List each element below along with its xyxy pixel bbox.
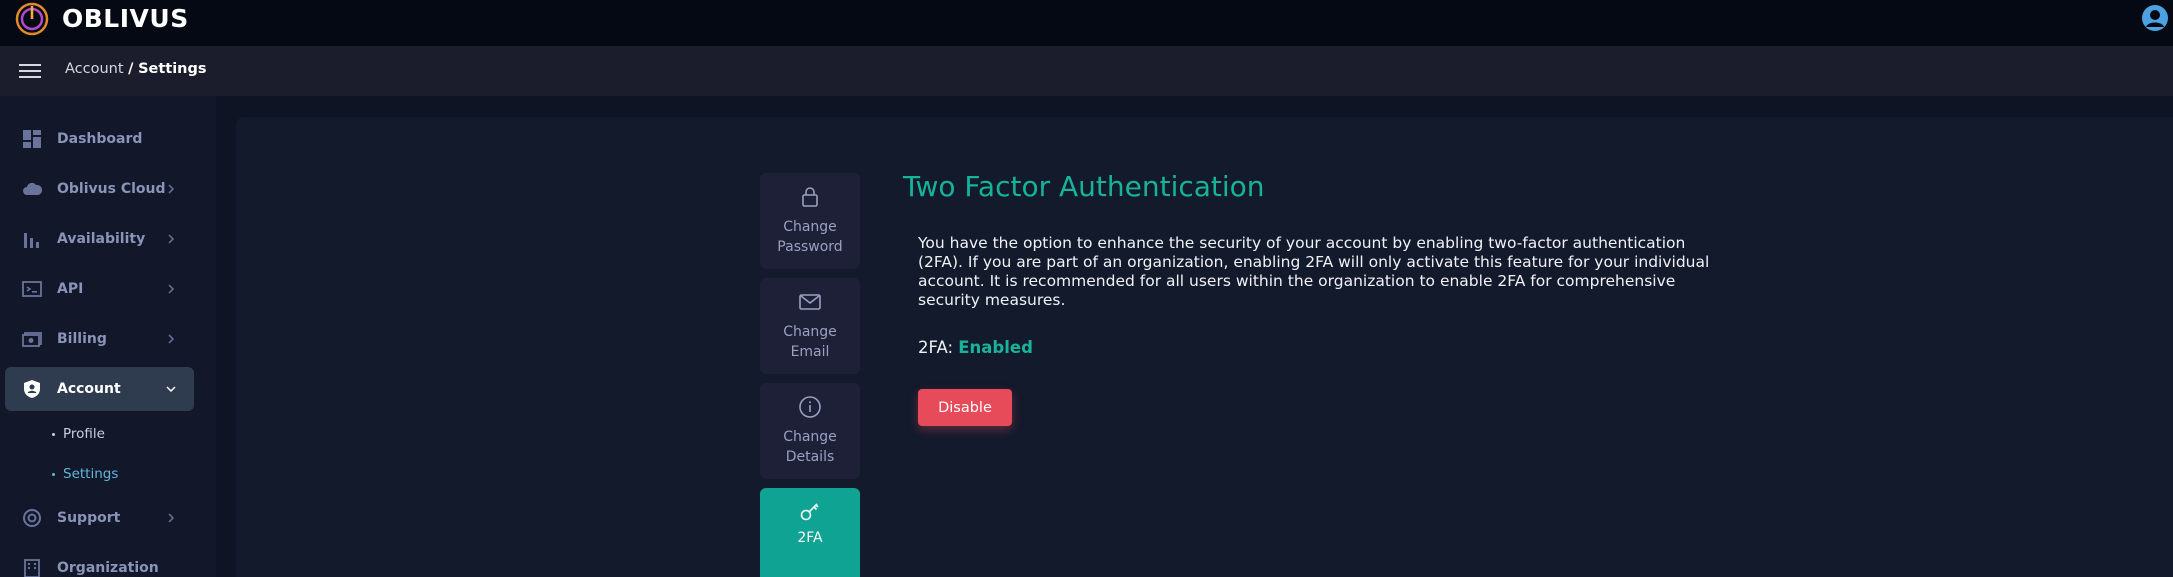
- brand-name[interactable]: OBLIVUS: [62, 4, 189, 33]
- breadcrumb-separator: /: [128, 61, 134, 77]
- sidebar-item-support[interactable]: Support: [0, 498, 216, 538]
- sidebar-item-account[interactable]: Account: [5, 367, 194, 411]
- billing-icon: [22, 332, 42, 347]
- bullet-dot: [52, 472, 55, 476]
- sidebar-item-label: Oblivus Cloud: [57, 181, 166, 197]
- sidebar-item-availability[interactable]: Availability: [0, 219, 216, 259]
- tab-label: Change Password: [777, 219, 843, 255]
- tab-2fa[interactable]: 2FA: [760, 488, 860, 577]
- info-icon: [799, 396, 821, 418]
- two-factor-description: You have the option to enhance the secur…: [918, 234, 1710, 309]
- lock-icon: [802, 187, 818, 207]
- cloud-icon: [23, 182, 42, 195]
- tab-label: Change Details: [783, 429, 837, 465]
- chevron-down-icon: [166, 386, 176, 393]
- support-icon: [23, 509, 41, 527]
- section-title: Two Factor Authentication: [903, 170, 1265, 203]
- subitem-label: Settings: [63, 466, 119, 482]
- sidebar-subitem-profile[interactable]: Profile: [52, 423, 105, 445]
- bullet-dot: [52, 432, 55, 436]
- mail-icon: [799, 294, 821, 310]
- sidebar-item-label: Organization: [57, 560, 159, 576]
- key-icon: [800, 503, 819, 521]
- dashboard-icon: [23, 130, 41, 148]
- sidebar-item-label: Dashboard: [57, 131, 143, 147]
- breadcrumb-current: Settings: [138, 61, 207, 77]
- breadcrumb-parent[interactable]: Account: [65, 61, 124, 77]
- hamburger-menu-icon[interactable]: [19, 62, 41, 80]
- status-badge: Enabled: [958, 338, 1033, 357]
- tab-label: Change Email: [783, 324, 837, 360]
- chevron-right-icon: [168, 184, 175, 194]
- sidebar-item-organization[interactable]: Organization: [0, 548, 216, 577]
- user-avatar-icon[interactable]: [2141, 4, 2169, 32]
- tab-label: 2FA: [797, 530, 823, 546]
- tab-change-email[interactable]: Change Email: [760, 278, 860, 374]
- account-shield-icon: [24, 380, 40, 398]
- terminal-icon: [22, 281, 42, 297]
- sidebar: Dashboard Oblivus Cloud Availability API: [0, 96, 216, 577]
- tab-change-details[interactable]: Change Details: [760, 383, 860, 479]
- sidebar-item-dashboard[interactable]: Dashboard: [0, 119, 216, 159]
- organization-icon: [24, 559, 40, 577]
- chevron-right-icon: [168, 284, 175, 294]
- top-bar: OBLIVUS: [0, 0, 2173, 46]
- two-factor-status: 2FA: Enabled: [918, 338, 1033, 357]
- sidebar-item-oblivus-cloud[interactable]: Oblivus Cloud: [0, 169, 216, 209]
- oblivus-logo-icon[interactable]: [14, 1, 50, 37]
- sidebar-item-label: Support: [57, 510, 121, 526]
- sidebar-item-label: API: [57, 281, 84, 297]
- chevron-right-icon: [168, 334, 175, 344]
- sidebar-item-label: Account: [57, 381, 121, 397]
- breadcrumb: Account / Settings: [65, 61, 207, 77]
- breadcrumb-bar: [0, 46, 2173, 96]
- tab-change-password[interactable]: Change Password: [760, 173, 860, 269]
- chevron-right-icon: [168, 513, 175, 523]
- sidebar-item-api[interactable]: API: [0, 269, 216, 309]
- sidebar-subitem-settings[interactable]: Settings: [52, 463, 118, 485]
- sidebar-item-label: Availability: [57, 231, 146, 247]
- subitem-label: Profile: [63, 426, 105, 442]
- status-label: 2FA:: [918, 338, 954, 357]
- chevron-right-icon: [168, 234, 175, 244]
- bar-chart-icon: [24, 233, 39, 248]
- sidebar-item-billing[interactable]: Billing: [0, 319, 216, 359]
- sidebar-item-label: Billing: [57, 331, 107, 347]
- disable-2fa-button[interactable]: Disable: [918, 389, 1012, 426]
